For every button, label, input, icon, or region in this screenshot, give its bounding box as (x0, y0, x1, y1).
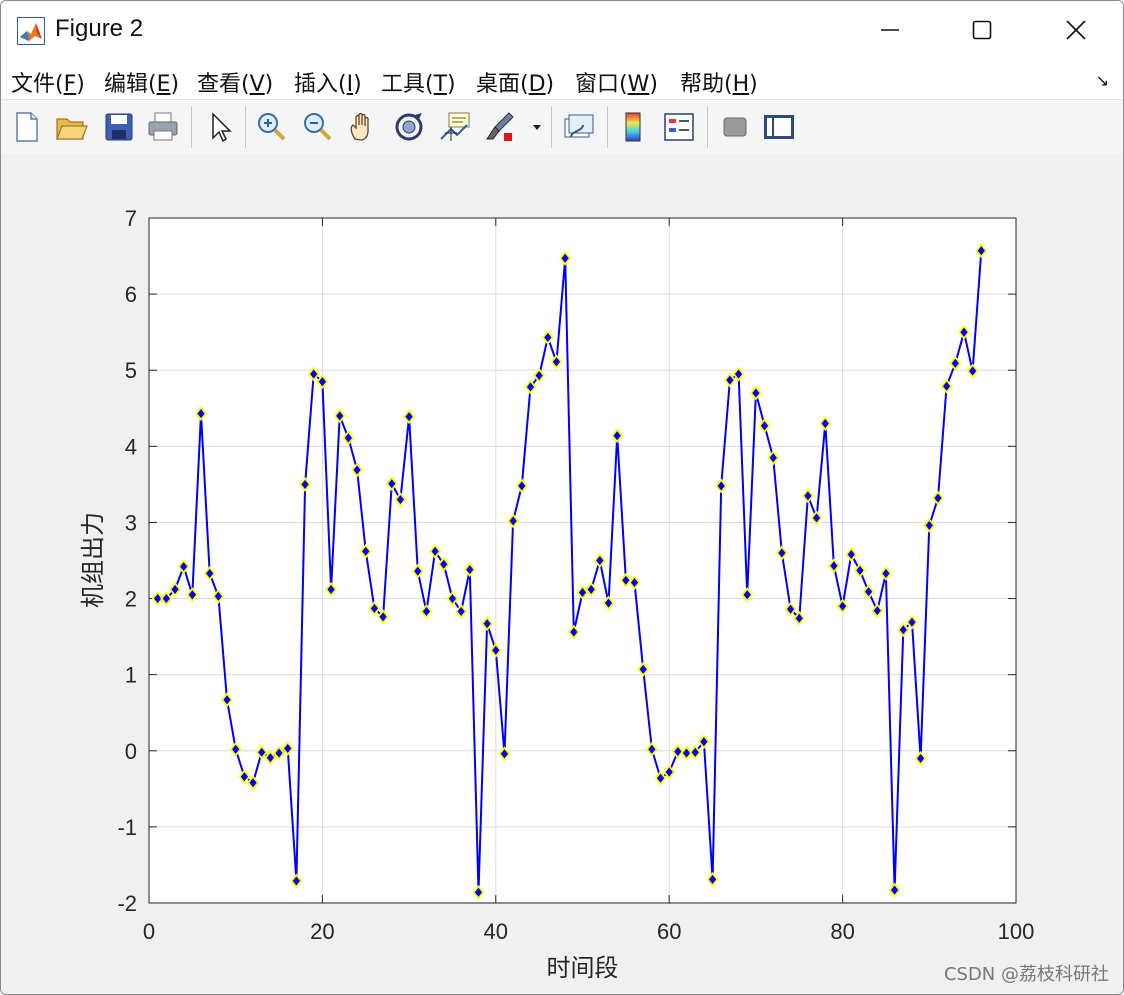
toolbar-separator (245, 106, 246, 148)
x-tick-label: 60 (657, 919, 681, 944)
x-tick-label: 100 (998, 919, 1035, 944)
menu-window[interactable]: 窗口(W) (575, 66, 658, 98)
save-icon[interactable] (101, 109, 137, 145)
brush-icon[interactable] (483, 109, 519, 145)
y-tick-label: 4 (125, 434, 137, 459)
colorbar-icon[interactable] (615, 109, 651, 145)
menu-edit[interactable]: 编辑(E) (104, 66, 179, 98)
minimize-button[interactable] (867, 11, 913, 49)
menu-file[interactable]: 文件(F) (11, 66, 85, 98)
title-bar[interactable]: Figure 2 (1, 1, 1123, 59)
menu-help[interactable]: 帮助(H) (680, 66, 758, 98)
menu-tools[interactable]: 工具(T) (381, 66, 456, 98)
y-tick-label: -1 (117, 815, 137, 840)
y-tick-label: 7 (125, 206, 137, 231)
close-icon (1066, 20, 1086, 40)
zoom-in-icon[interactable] (253, 109, 289, 145)
x-tick-label: 0 (143, 919, 155, 944)
x-tick-label: 80 (830, 919, 854, 944)
y-tick-label: 6 (125, 282, 137, 307)
link-plot-icon[interactable] (561, 109, 597, 145)
figure-toolbar (1, 99, 1123, 155)
x-axis-label: 时间段 (547, 955, 619, 982)
toolbar-separator (607, 106, 608, 148)
y-tick-label: 3 (125, 510, 137, 535)
toolbar-separator (551, 106, 552, 148)
figure-canvas: 0 20 40 60 80 100 -2 -1 0 1 2 3 4 5 6 7 时间段 机组出力 CSDN @… (1, 154, 1123, 994)
menu-insert[interactable]: 插入(I) (294, 66, 362, 98)
brush-dropdown-icon[interactable] (529, 109, 545, 145)
matlab-icon (17, 17, 45, 45)
line-chart[interactable]: 0 20 40 60 80 100 -2 -1 0 1 2 3 4 5 6 7 时间段 机组出力 (1, 154, 1123, 994)
show-plot-tools-icon[interactable] (761, 109, 797, 145)
y-tick-label: 2 (125, 587, 137, 612)
menu-view[interactable]: 查看(V) (197, 66, 273, 98)
maximize-button[interactable] (959, 11, 1005, 49)
y-tick-label: 5 (125, 358, 137, 383)
toolbar-separator (707, 106, 708, 148)
x-tick-label: 40 (484, 919, 508, 944)
y-tick-label: 0 (125, 739, 137, 764)
legend-icon[interactable] (661, 109, 697, 145)
toolbar-separator (191, 106, 192, 148)
x-tick-label: 20 (310, 919, 334, 944)
open-file-icon[interactable] (53, 109, 89, 145)
menu-bar: 文件(F) 编辑(E) 查看(V) 插入(I) 工具(T) 桌面(D) 窗口(W… (1, 59, 1123, 99)
watermark: CSDN @荔枝科研社 (943, 964, 1109, 985)
axes-background (149, 218, 1016, 903)
close-button[interactable] (1053, 11, 1099, 49)
pan-icon[interactable] (345, 109, 381, 145)
y-axis-label: 机组出力 (80, 512, 107, 608)
figure-window: Figure 2 文件(F) 编辑(E) 查看(V) 插入(I) 工具(T) 桌… (0, 0, 1124, 995)
menu-desktop[interactable]: 桌面(D) (476, 66, 554, 98)
y-tick-label: 1 (125, 663, 137, 688)
minimize-icon (881, 29, 899, 31)
zoom-out-icon[interactable] (299, 109, 335, 145)
new-figure-icon[interactable] (9, 109, 45, 145)
window-title: Figure 2 (55, 15, 144, 42)
pointer-icon[interactable] (203, 109, 239, 145)
rotate-3d-icon[interactable] (391, 109, 427, 145)
hide-plot-tools-icon[interactable] (717, 109, 753, 145)
print-icon[interactable] (145, 109, 181, 145)
maximize-icon (972, 20, 992, 40)
dock-arrow-icon[interactable]: ↘ (1096, 71, 1109, 91)
y-tick-label: -2 (117, 891, 137, 916)
data-cursor-icon[interactable] (437, 109, 473, 145)
